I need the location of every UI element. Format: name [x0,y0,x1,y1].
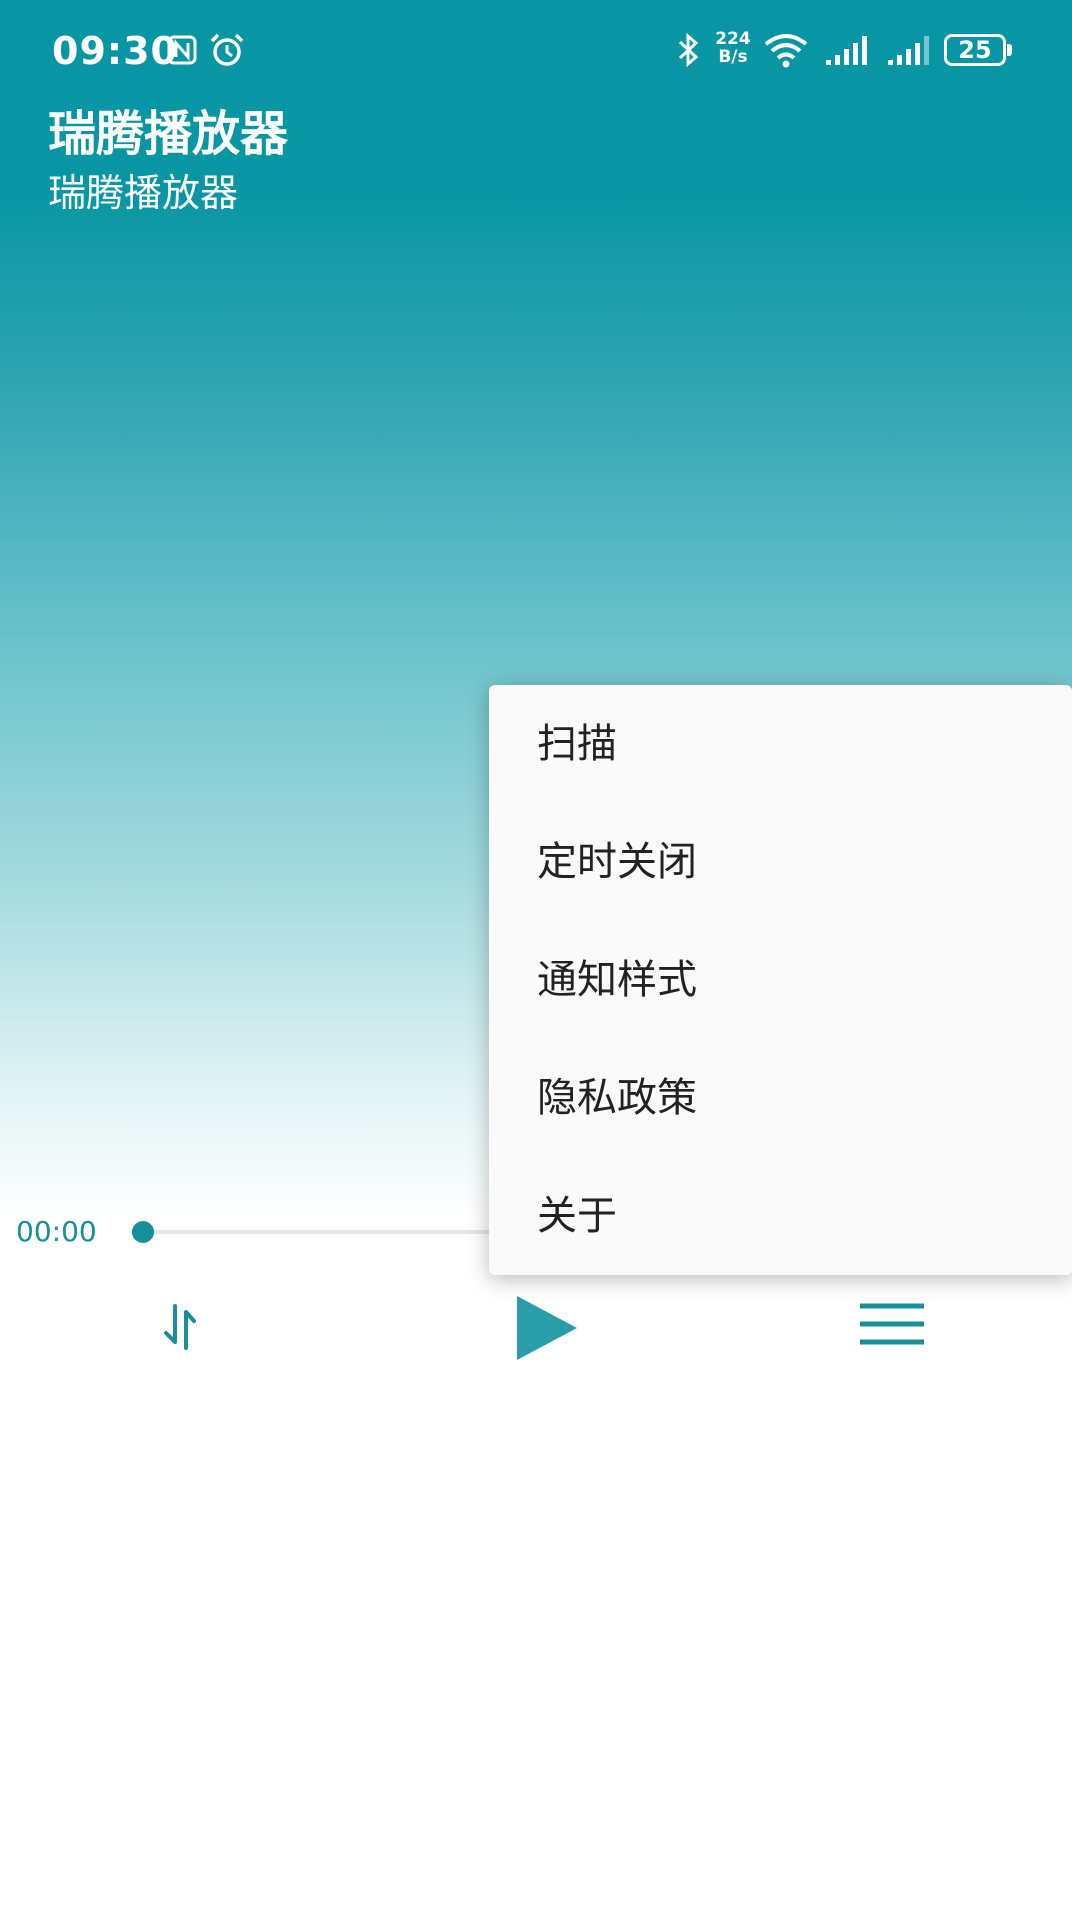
menu-item-about[interactable]: 关于 [489,1157,1072,1275]
menu-item-notification-style[interactable]: 通知样式 [489,921,1072,1039]
wifi-icon [764,34,808,68]
menu-item-scan[interactable]: 扫描 [489,685,1072,803]
network-speed-value: 224 [715,29,751,49]
nfc-icon [167,35,197,65]
menu-icon [860,1303,924,1345]
app-title: 瑞腾播放器 [48,106,289,162]
menu-item-sleep-timer[interactable]: 定时关闭 [489,803,1072,921]
battery-icon: 25 [944,34,1012,66]
alarm-icon [210,33,244,66]
playlist-button[interactable] [856,1300,928,1348]
status-bar: 09:30 224 B/s 25 [0,0,1072,100]
shuffle-button[interactable] [148,1296,212,1360]
menu-item-privacy-policy[interactable]: 隐私政策 [489,1039,1072,1157]
signal-icon [826,36,867,65]
play-button[interactable] [505,1292,585,1364]
app-subtitle: 瑞腾播放器 [48,171,239,215]
bluetooth-icon [678,32,699,68]
network-speed-unit: B/s [718,47,748,67]
network-speed: 224 B/s [712,30,754,66]
progress-thumb[interactable] [132,1221,154,1243]
progress-bar[interactable] [140,1230,520,1234]
current-time: 00:00 [16,1215,97,1248]
overflow-menu: 扫描 定时关闭 通知样式 隐私政策 关于 [489,685,1072,1275]
battery-level: 25 [958,36,992,64]
shuffle-icon [164,1304,196,1350]
play-icon [517,1296,577,1360]
status-time: 09:30 [52,29,178,73]
signal-icon [888,36,929,65]
